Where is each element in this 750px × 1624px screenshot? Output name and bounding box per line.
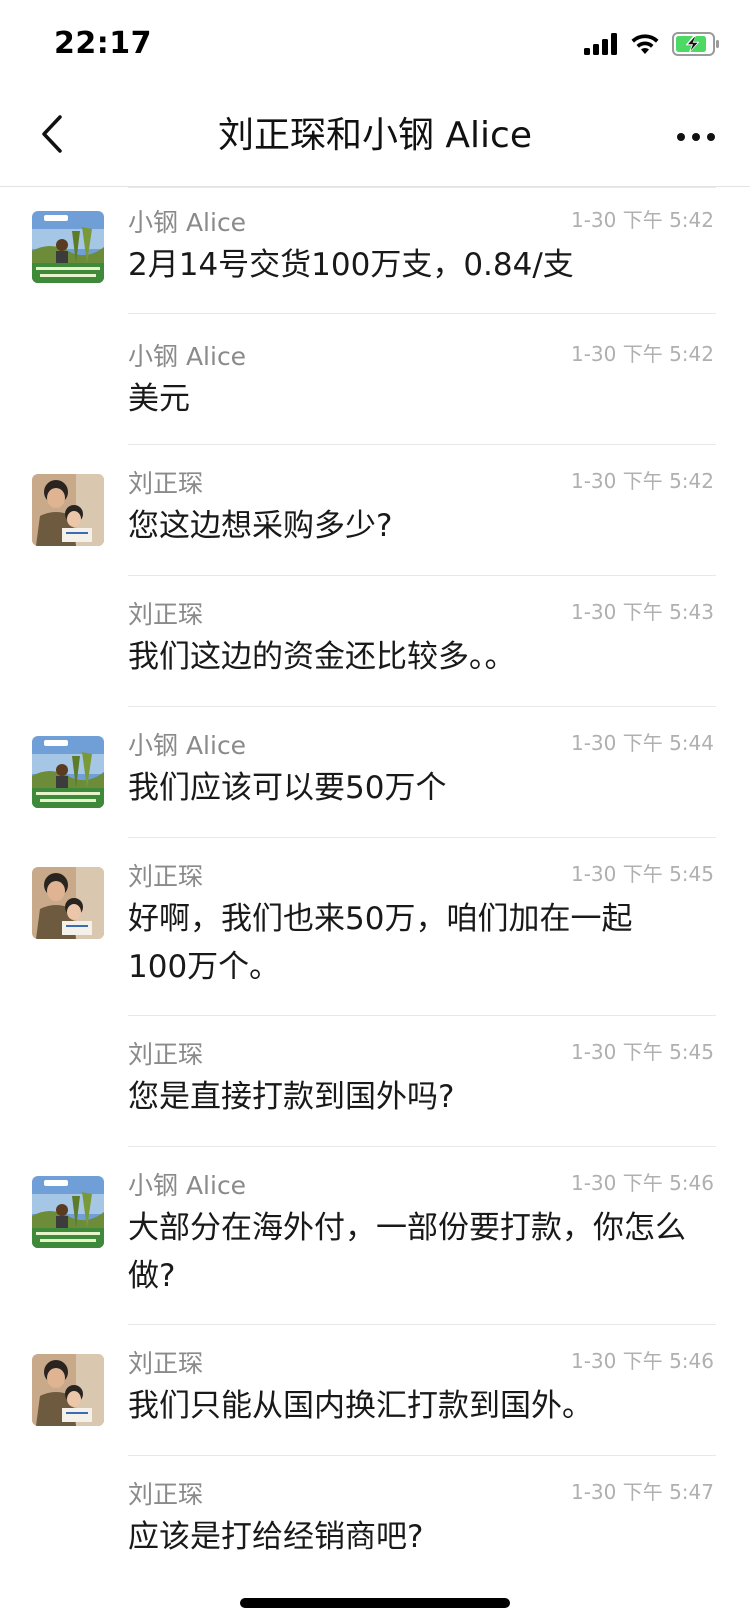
cellular-signal-icon <box>584 33 618 59</box>
message-time: 1-30 下午 5:46 <box>570 1349 714 1373</box>
divider <box>128 1015 716 1016</box>
message-time: 1-30 下午 5:42 <box>570 208 714 232</box>
chevron-left-icon <box>39 114 65 158</box>
page-title: 刘正琛和小钢 Alice <box>217 115 533 156</box>
message-time: 1-30 下午 5:44 <box>570 731 714 755</box>
sender-name: 刘正琛 <box>128 862 204 891</box>
message-text: 您是直接打款到国外吗? <box>128 1079 455 1115</box>
message-time: 1-30 下午 5:45 <box>570 862 714 886</box>
more-options-button[interactable] <box>666 106 726 166</box>
divider <box>128 1146 716 1147</box>
message-time: 1-30 下午 5:42 <box>570 469 714 493</box>
avatar-alice[interactable] <box>32 1176 104 1248</box>
status-bar: 22:17 <box>0 0 750 88</box>
avatar-liu[interactable] <box>32 474 104 546</box>
message-text: 应该是打给经销商吧? <box>128 1519 424 1555</box>
divider <box>128 575 716 576</box>
status-time: 22:17 <box>54 26 152 61</box>
sender-name: 小钢 Alice <box>128 731 247 760</box>
sender-name: 刘正琛 <box>128 1349 204 1378</box>
message-text: 我们这边的资金还比较多。。 <box>128 639 516 675</box>
message-text: 好啊，我们也来50万，咱们加在一起100万个。 <box>128 901 633 985</box>
divider <box>128 706 716 707</box>
divider <box>128 1324 716 1325</box>
battery-charging-icon <box>672 32 720 60</box>
divider <box>128 187 716 188</box>
status-icons <box>584 30 720 62</box>
more-horizontal-icon <box>676 127 716 146</box>
sender-name: 刘正琛 <box>128 469 204 498</box>
chat-history-screen: 22:17 刘正琛和小钢 Alice 小钢 Alice 1-30 下午 5:42… <box>0 0 750 1624</box>
avatar-alice[interactable] <box>32 736 104 808</box>
message-time: 1-30 下午 5:45 <box>570 1040 714 1064</box>
sender-name: 刘正琛 <box>128 1480 204 1509</box>
message-text: 美元 <box>128 381 190 417</box>
sender-name: 刘正琛 <box>128 600 204 629</box>
message-time: 1-30 下午 5:43 <box>570 600 714 624</box>
sender-name: 小钢 Alice <box>128 208 247 237</box>
divider <box>128 313 716 314</box>
message-text: 我们应该可以要50万个 <box>128 770 447 806</box>
avatar-liu[interactable] <box>32 1354 104 1426</box>
message-time: 1-30 下午 5:46 <box>570 1171 714 1195</box>
divider <box>128 837 716 838</box>
home-indicator[interactable] <box>240 1598 510 1608</box>
nav-bar: 刘正琛和小钢 Alice <box>0 88 750 187</box>
divider <box>128 1455 716 1456</box>
sender-name: 刘正琛 <box>128 1040 204 1069</box>
message-time: 1-30 下午 5:47 <box>570 1480 714 1504</box>
message-text: 您这边想采购多少? <box>128 508 393 544</box>
message-time: 1-30 下午 5:42 <box>570 342 714 366</box>
message-text: 2月14号交货100万支，0.84/支 <box>128 247 574 283</box>
back-button[interactable] <box>22 106 82 166</box>
message-text: 我们只能从国内换汇打款到国外。 <box>128 1388 593 1424</box>
divider <box>128 444 716 445</box>
avatar-alice[interactable] <box>32 211 104 283</box>
sender-name: 小钢 Alice <box>128 1171 247 1200</box>
avatar-liu[interactable] <box>32 867 104 939</box>
sender-name: 小钢 Alice <box>128 342 247 371</box>
message-text: 大部分在海外付，一部份要打款，你怎么做? <box>128 1210 686 1294</box>
wifi-icon <box>630 33 660 59</box>
